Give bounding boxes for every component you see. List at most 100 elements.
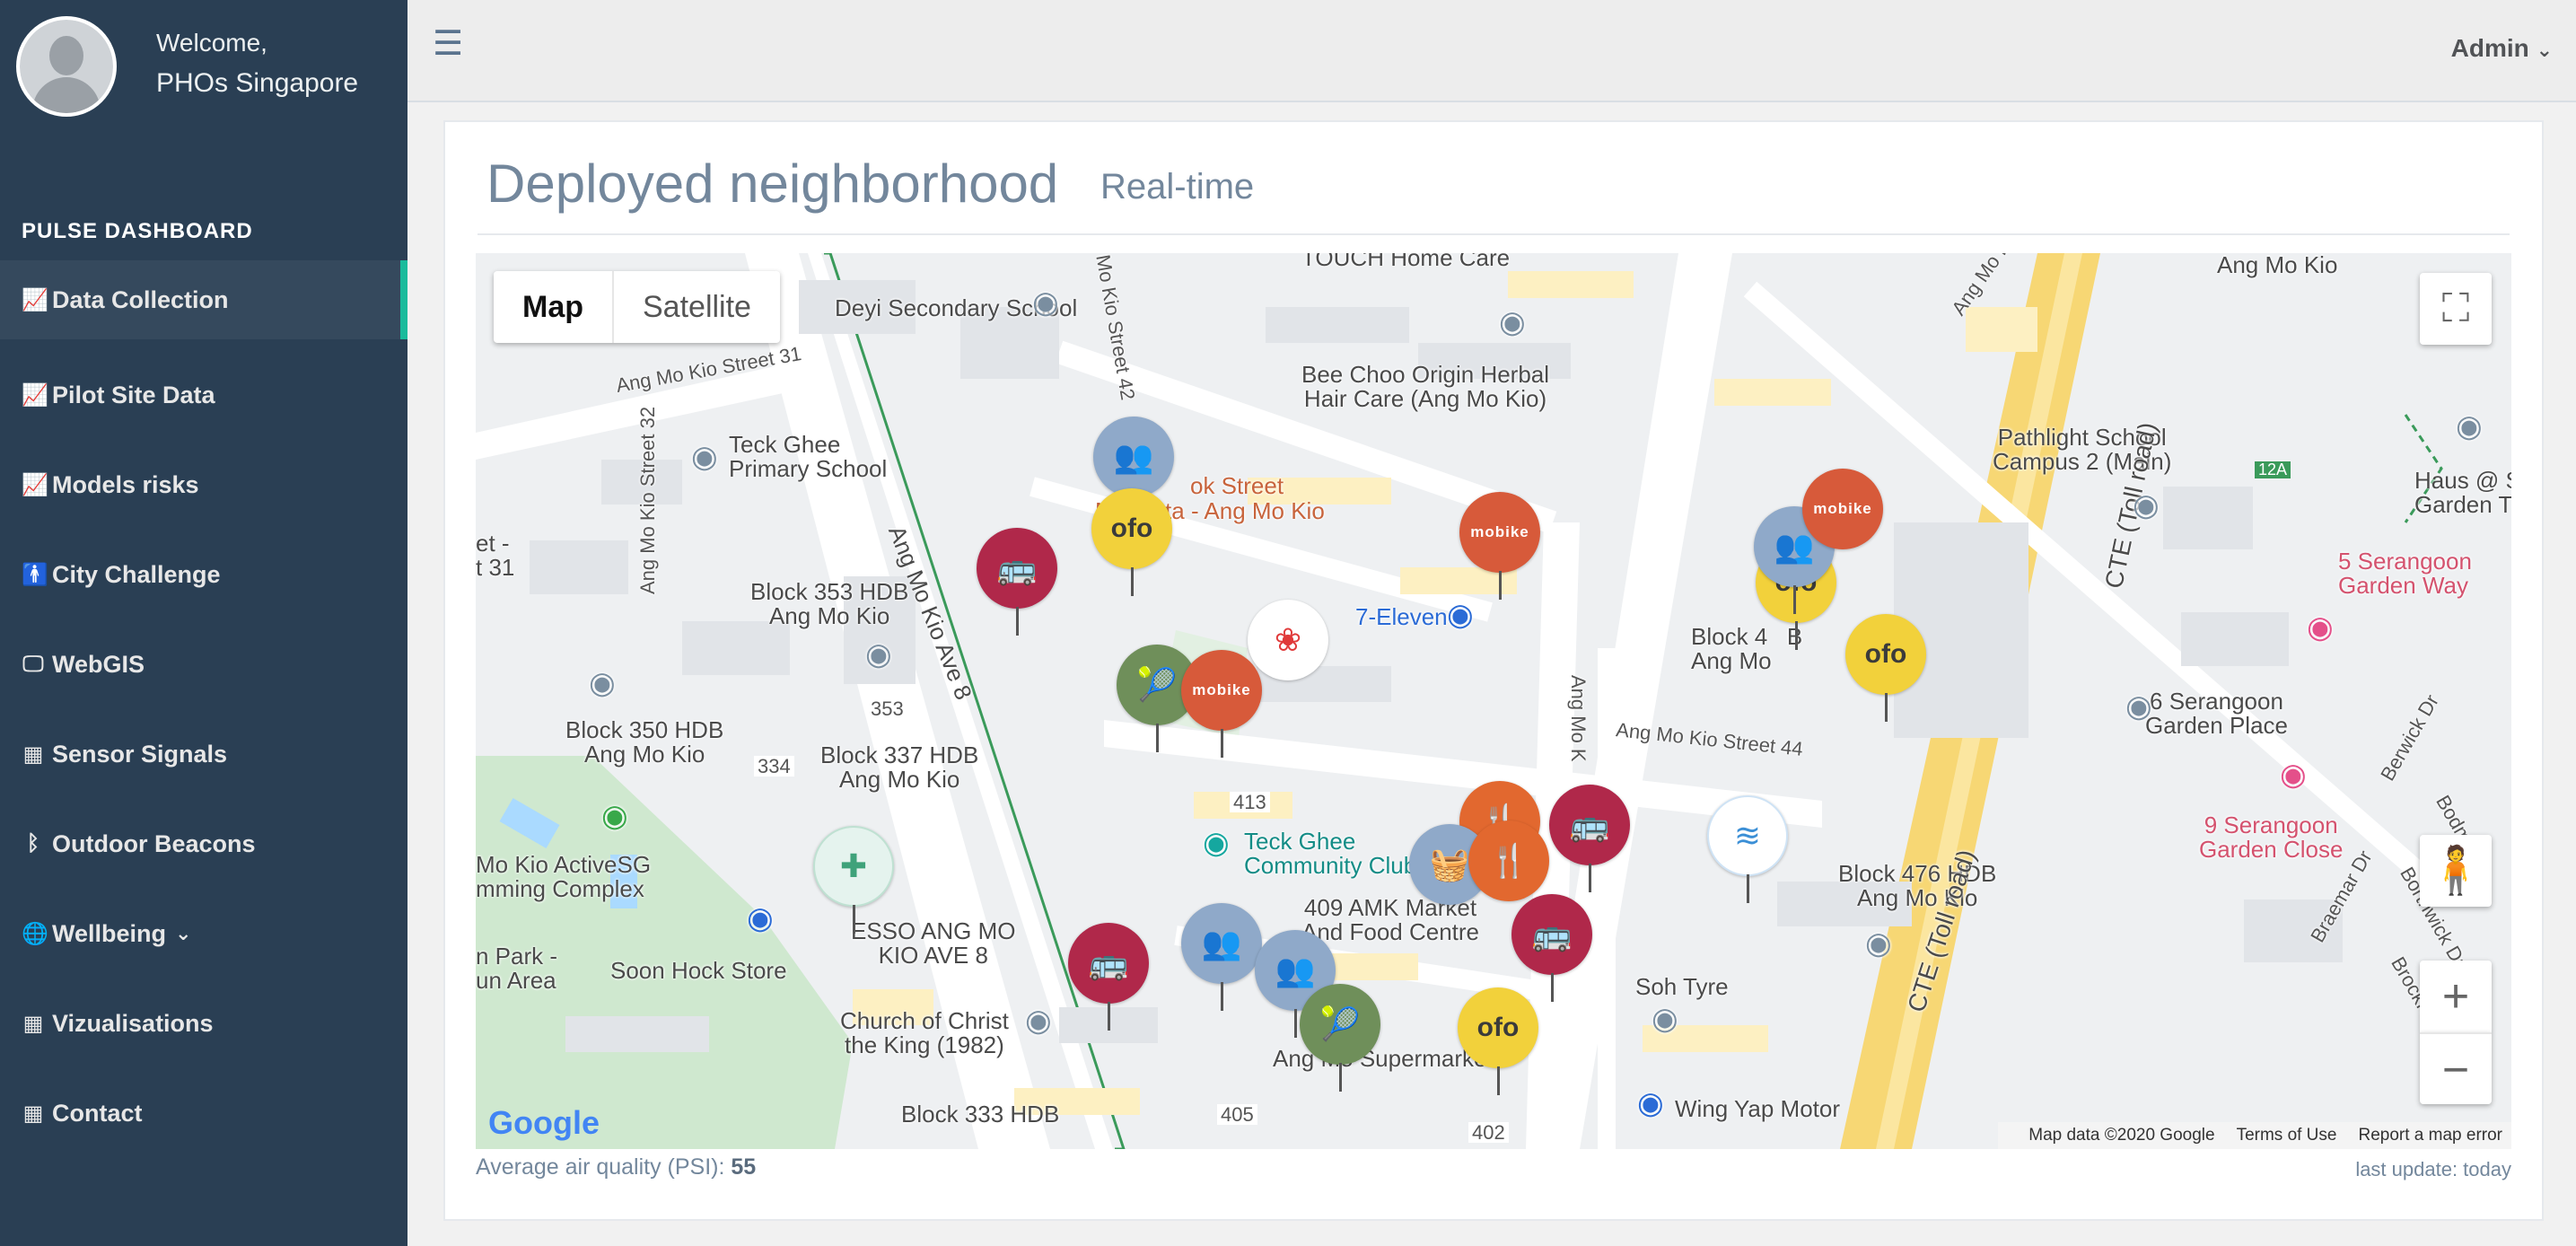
sidebar-item-label: WebGIS <box>52 650 145 678</box>
community-pin-icon[interactable]: ◉ <box>1203 827 1230 860</box>
map-label: 7-Eleven <box>1355 603 1448 630</box>
sidebar-item-webgis[interactable]: 🖵 WebGIS <box>0 619 407 709</box>
hotel-pin-icon[interactable]: ◉ <box>2280 759 2307 792</box>
sidebar-item-contact[interactable]: ▦ Contact <box>0 1068 407 1158</box>
divider <box>478 233 2510 235</box>
shop-pin-icon[interactable]: ◉ <box>1447 599 1474 632</box>
bus-icon: 🚌 <box>1068 923 1149 1004</box>
map-label: Block 353 HDB Ang Mo Kio <box>750 578 909 630</box>
people-icon: 👥 <box>1093 417 1174 497</box>
map-label: Bee Choo Origin Herbal Hair Care (Ang Mo… <box>1301 361 1550 413</box>
bus-icon: 🚌 <box>1511 894 1592 975</box>
mobike-marker[interactable]: mobike <box>1181 650 1262 758</box>
fullscreen-button[interactable]: ⛶ <box>2420 273 2492 345</box>
sidebar-item-label: Sensor Signals <box>52 740 228 768</box>
map-label: ok Street <box>1190 472 1284 499</box>
map-type-satellite-button[interactable]: Satellite <box>614 271 780 343</box>
cross-icon: ✚ <box>813 826 894 907</box>
health-marker[interactable]: ✚ <box>813 826 894 934</box>
place-pin-icon[interactable]: ◉ <box>1499 306 1526 339</box>
tennis-icon: 🎾 <box>1300 984 1380 1065</box>
map-label: 12A <box>2255 461 2291 478</box>
fullscreen-icon: ⛶ <box>2441 286 2470 330</box>
map-footer: Map data ©2020 Google Terms of Use Repor… <box>1998 1122 2511 1149</box>
sidebar-nav: 📈 Data Collection 📈 Pilot Site Data 📈 Mo… <box>0 260 407 1158</box>
school-pin-icon[interactable]: ◉ <box>2133 489 2160 522</box>
sidebar-item-models-risks[interactable]: 📈 Models risks <box>0 440 407 530</box>
ofo-bike-marker[interactable]: ofo <box>1845 614 1926 722</box>
profile: Welcome, PHOs Singapore <box>0 0 407 144</box>
map-label: Ang Mo Kio Street 32 <box>636 406 659 594</box>
map-label: 5 Serangoon Garden Way <box>2338 548 2472 600</box>
air-quality-marker[interactable]: ≋ <box>1707 795 1788 903</box>
street-view-pegman[interactable]: 🧍 <box>2420 835 2492 907</box>
map-data-attribution: Map data ©2020 Google <box>2028 1126 2215 1145</box>
google-logo: Google <box>488 1104 600 1141</box>
bus-marker[interactable]: 🚌 <box>1068 923 1149 1031</box>
park-pin-icon[interactable]: ◉ <box>601 800 628 833</box>
sidebar-item-city-challenge[interactable]: 🚹 City Challenge <box>0 530 407 619</box>
plus-icon: + <box>2441 970 2470 1022</box>
report-error-link[interactable]: Report a map error <box>2358 1126 2502 1145</box>
map-type-map-button[interactable]: Map <box>494 271 614 343</box>
sidebar-item-vizualisations[interactable]: ▦ Vizualisations <box>0 978 407 1068</box>
church-pin-icon[interactable]: ◉ <box>1025 1005 1052 1038</box>
air-quality-status: Average air quality (PSI): 55 <box>476 1154 756 1180</box>
map-label: Wing Yap Motor <box>1675 1095 1841 1122</box>
ofo-bike-marker[interactable]: ofo <box>1458 987 1538 1095</box>
sport-marker[interactable]: 🎾 <box>1300 984 1380 1092</box>
map-label: 6 Serangoon Garden Place <box>2145 688 2288 740</box>
place-pin-icon[interactable]: ◉ <box>589 667 616 700</box>
map-label: 413 <box>1230 792 1270 812</box>
map-label: n Park - un Area <box>476 943 558 995</box>
panel-subtitle: Real-time <box>1100 167 1255 206</box>
last-update: last update: today <box>2355 1158 2511 1180</box>
crowd-marker[interactable]: 👥 <box>1181 903 1262 1011</box>
zoom-in-button[interactable]: + <box>2420 961 2492 1032</box>
terms-link[interactable]: Terms of Use <box>2237 1126 2337 1145</box>
sidebar-item-label: Contact <box>52 1099 143 1127</box>
globe-icon: 🌐 <box>22 921 48 946</box>
place-pin-icon[interactable]: ◉ <box>865 638 892 671</box>
hamburger-menu-icon[interactable]: ☰ <box>433 23 463 64</box>
ofo-bike-marker[interactable]: ofo <box>1091 488 1172 596</box>
zoom-out-button[interactable]: − <box>2420 1032 2492 1104</box>
sidebar-item-label: Outdoor Beacons <box>52 829 256 857</box>
map-type-control: Map Satellite <box>494 271 780 343</box>
sidebar-item-wellbeing[interactable]: 🌐 Wellbeing ⌄ <box>0 889 407 978</box>
hotel-pin-icon[interactable]: ◉ <box>2307 611 2334 645</box>
sidebar-item-pilot-site-data[interactable]: 📈 Pilot Site Data <box>0 350 407 440</box>
place-pin-icon[interactable]: ◉ <box>1652 1003 1678 1036</box>
fork-knife-icon: 🍴 <box>1468 820 1549 901</box>
user-name: PHOs Singapore <box>156 68 359 98</box>
table-icon: ▦ <box>22 741 44 767</box>
bus-marker[interactable]: 🚌 <box>1549 785 1630 892</box>
chevron-down-icon: ⌄ <box>175 922 192 944</box>
school-pin-icon[interactable]: ◉ <box>691 441 718 474</box>
shop-pin-icon[interactable]: ◉ <box>1637 1087 1664 1120</box>
welcome-text: Welcome, <box>156 29 267 57</box>
mobike-marker[interactable]: mobike <box>1459 492 1540 600</box>
mobike-marker[interactable]: mobike <box>1802 469 1883 576</box>
bus-marker[interactable]: 🚌 <box>1511 894 1592 1002</box>
map-label: 405 <box>1217 1104 1257 1125</box>
map-label: Block 337 HDB Ang Mo Kio <box>820 741 979 794</box>
sidebar-item-label: Pilot Site Data <box>52 381 215 408</box>
bus-marker[interactable]: 🚌 <box>977 528 1057 636</box>
user-menu-label: Admin <box>2450 34 2529 62</box>
place-pin-icon[interactable]: ◉ <box>1865 927 1892 961</box>
school-pin-icon[interactable]: ◉ <box>1032 286 1059 320</box>
desktop-icon: 🖵 <box>22 652 44 676</box>
user-menu[interactable]: Admin ⌄ <box>2451 34 2553 63</box>
avatar[interactable] <box>16 16 117 117</box>
school-pin-icon[interactable]: ◉ <box>2456 410 2483 443</box>
sidebar-item-sensor-signals[interactable]: ▦ Sensor Signals <box>0 709 407 799</box>
sidebar-item-outdoor-beacons[interactable]: ᛒ Outdoor Beacons <box>0 799 407 889</box>
map-view[interactable]: Deyi Secondary School TOUCH Home Care An… <box>476 253 2511 1149</box>
map-label: Church of Christ the King (1982) <box>840 1007 1009 1059</box>
sidebar-item-data-collection[interactable]: 📈 Data Collection <box>0 260 407 339</box>
section-title: PULSE DASHBOARD <box>22 219 253 243</box>
place-pin-icon[interactable]: ◉ <box>2125 690 2152 724</box>
shop-pin-icon[interactable]: ◉ <box>747 902 774 935</box>
sidebar-item-label: Wellbeing <box>52 919 167 947</box>
